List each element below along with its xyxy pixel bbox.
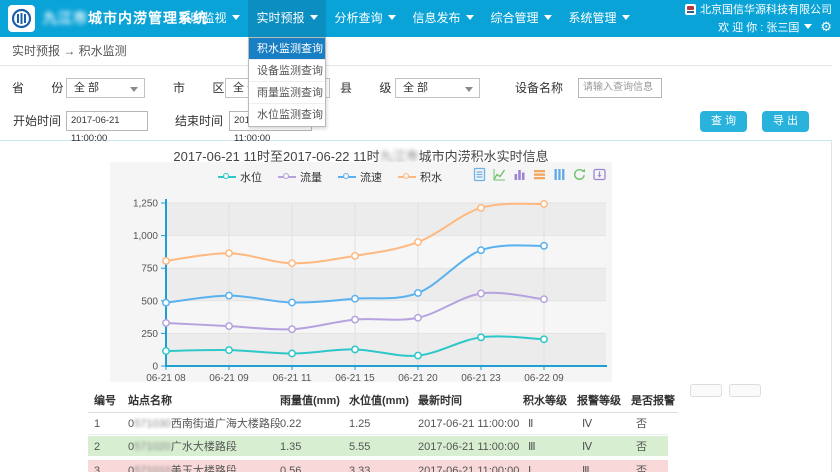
chart-toolbox [472,167,607,182]
svg-text:06-21 08: 06-21 08 [146,373,186,382]
menu-analysis-query[interactable]: 分析查询 [326,0,404,37]
svg-text:06-21 09: 06-21 09 [209,373,249,382]
dropdown-item-water-accumulation-query[interactable]: 积水监测查询 [249,38,325,60]
svg-text:06-22 09: 06-22 09 [524,373,564,382]
county-select[interactable]: 全 部 [395,78,480,98]
end-time-label: 结束时间 [175,111,223,131]
data-view-icon[interactable] [472,167,487,182]
th-time: 最新时间 [418,390,462,413]
table-row-2[interactable]: 2 0571020广水大楼路段 1.35 5.55 2017-06-21 11:… [88,436,668,458]
app-window: 九江市城市内涝管理系统 实时监视 实时预报 分析查询 信息发布 综合管理 系统管… [0,0,840,472]
main-content: 2017-06-21 11时至2017-06-22 11时九江市城市内涝积水实时… [0,141,832,472]
legend-marker-icon [338,176,356,178]
table-control-button-1[interactable] [690,384,722,397]
th-num: 编号 [94,390,116,413]
top-navbar: 九江市城市内涝管理系统 实时监视 实时预报 分析查询 信息发布 综合管理 系统管… [0,0,840,37]
station-name: 0571010美玉大楼路段 [128,460,237,472]
th-station: 站点名称 [128,390,172,413]
welcome-text: 欢 迎 你 : [718,22,766,34]
user-menu[interactable]: 张三国 [766,22,812,34]
th-rain: 雨量值(mm) [280,390,340,413]
svg-text:06-21 15: 06-21 15 [335,373,375,382]
table-header-row: 编号 站点名称 雨量值(mm) 水位值(mm) 最新时间 积水等级 报警等级 是… [88,390,678,413]
dropdown-item-device-monitor-query[interactable]: 设备监测查询 [249,60,325,82]
menu-info-publish[interactable]: 信息发布 [404,0,482,37]
legend-item-流速[interactable]: 流速 [338,169,382,185]
device-name-input[interactable]: 请输入查询信息 [578,78,662,98]
device-name-label: 设备名称 [515,78,563,98]
breadcrumb: 实时预报 → 积水监测 [12,44,127,58]
start-time-input[interactable]: 2017-06-21 11:00:00 [66,111,148,131]
start-time-value: 2017-06-21 11:00:00 [71,115,120,144]
th-water: 水位值(mm) [349,390,409,413]
table-control-button-2[interactable] [729,384,761,397]
province-select[interactable]: 全 部 [66,78,145,98]
svg-text:06-21 11: 06-21 11 [273,373,312,382]
dropdown-item-rainfall-monitor-query[interactable]: 雨量监测查询 [249,82,325,104]
menu-general-management[interactable]: 综合管理 [482,0,560,37]
filter-panel: 省 份 全 部 市 区 全 部 县 级 全 部 设备名称 请输入查询信息 开始时… [0,66,832,141]
export-button[interactable]: 导 出 [762,111,809,132]
svg-text:1,250: 1,250 [133,199,158,210]
query-button[interactable]: 查 询 [700,111,747,132]
forecast-dropdown-menu: 积水监测查询 设备监测查询 雨量监测查询 水位监测查询 [248,37,326,127]
app-title-city-blurred: 九江市 [43,10,88,26]
settings-gear-icon[interactable]: ⚙ [820,19,832,34]
svg-text:750: 750 [141,264,158,275]
line-chart: 0 250 500 750 1,000 1,250 06-21 08 06-21 09 06-2… [110,162,612,382]
legend-item-水位[interactable]: 水位 [218,169,262,185]
svg-text:06-21 20: 06-21 20 [398,373,438,382]
th-alarmed: 是否报警 [631,390,675,413]
tiled-icon[interactable] [552,167,567,182]
company-name-text: 北京国信华源科技有限公司 [700,4,832,16]
device-name-placeholder: 请输入查询信息 [583,82,653,93]
table-row-1[interactable]: 1 0571030西南街道广海大楼路段 0.22 1.25 2017-06-21… [88,413,668,435]
menu-realtime-monitor[interactable]: 实时监视 [170,0,248,37]
th-alarm-level: 报警等级 [577,390,621,413]
legend-label: 积水 [420,172,442,184]
legend-marker-icon [398,176,416,178]
svg-text:0: 0 [152,362,158,373]
svg-text:06-21 23: 06-21 23 [461,373,501,382]
province-value: 全 部 [74,82,99,94]
county-label: 县 级 [340,78,403,98]
county-value: 全 部 [403,82,428,94]
legend-marker-icon [278,176,296,178]
legend-label: 流量 [300,172,322,184]
logo-icon [8,5,35,32]
dropdown-item-water-level-monitor-query[interactable]: 水位监测查询 [249,104,325,126]
svg-text:250: 250 [141,329,158,340]
station-name: 0571020广水大楼路段 [128,436,237,458]
th-depth-level: 积水等级 [523,390,567,413]
breadcrumb-row: 实时预报 → 积水监测 [0,37,832,66]
navbar-right: 北京国信华源科技有限公司 欢 迎 你 : 张三国 ⚙ [685,2,832,36]
company-logo-icon [685,4,696,15]
welcome-bar: 欢 迎 你 : 张三国 ⚙ [685,18,832,36]
stack-icon[interactable] [532,167,547,182]
main-menu: 实时监视 实时预报 分析查询 信息发布 综合管理 系统管理 [170,0,638,37]
station-name: 0571030西南街道广海大楼路段 [128,413,281,435]
legend-item-积水[interactable]: 积水 [398,169,442,185]
start-time-label: 开始时间 [13,111,61,131]
save-image-icon[interactable] [592,167,607,182]
table-row-3[interactable]: 3 0571010美玉大楼路段 0.56 3.33 2017-06-21 11:… [88,460,668,472]
company-name: 北京国信华源科技有限公司 [685,2,832,18]
svg-text:500: 500 [141,296,158,307]
legend-label: 流速 [360,172,382,184]
data-table: 编号 站点名称 雨量值(mm) 水位值(mm) 最新时间 积水等级 报警等级 是… [88,390,678,413]
bar-chart-icon[interactable] [512,167,527,182]
legend-marker-icon [218,176,236,178]
restore-icon[interactable] [572,167,587,182]
line-chart-icon[interactable] [492,167,507,182]
chart-panel: 0 250 500 750 1,000 1,250 06-21 08 06-21 09 06-2… [110,162,612,382]
menu-system-management[interactable]: 系统管理 [560,0,638,37]
menu-realtime-forecast[interactable]: 实时预报 [248,0,326,37]
legend-label: 水位 [240,172,262,184]
legend-item-流量[interactable]: 流量 [278,169,322,185]
svg-text:1,000: 1,000 [133,231,158,242]
